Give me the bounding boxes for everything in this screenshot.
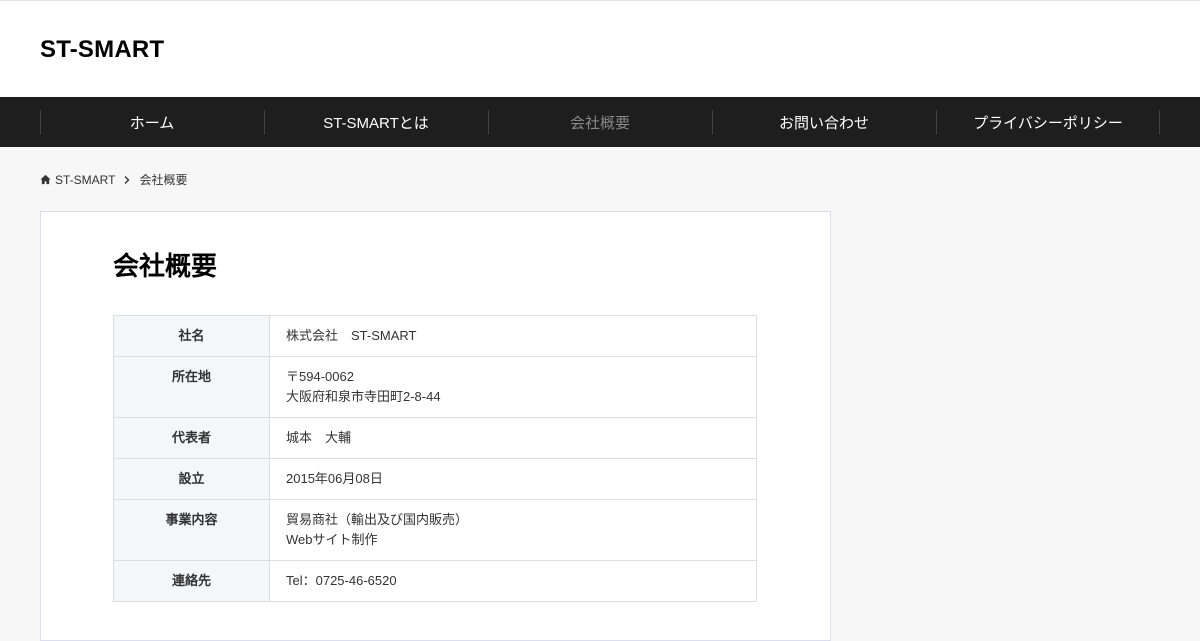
value-line: 〒594-0062 — [286, 369, 354, 384]
table-row: 社名 株式会社 ST-SMART — [113, 315, 757, 357]
row-label: 代表者 — [113, 417, 270, 459]
row-label: 事業内容 — [113, 499, 270, 561]
table-row: 所在地 〒594-0062 大阪府和泉市寺田町2-8-44 — [113, 356, 757, 418]
nav-item-privacy[interactable]: プライバシーポリシー — [936, 97, 1160, 147]
table-row: 設立 2015年06月08日 — [113, 458, 757, 500]
breadcrumb-current: 会社概要 — [139, 173, 188, 187]
value-line: 貿易商社（輸出及び国内販売） — [286, 512, 469, 527]
breadcrumb: ST-SMART 会社概要 — [40, 171, 187, 188]
company-info-table: 社名 株式会社 ST-SMART 所在地 〒594-0062 大阪府和泉市寺田町… — [113, 315, 757, 602]
home-icon — [40, 174, 51, 185]
main-nav: ホーム ST-SMARTとは 会社概要 お問い合わせ プライバシーポリシー — [0, 97, 1200, 147]
row-label: 設立 — [113, 458, 270, 500]
chevron-right-icon — [124, 175, 130, 184]
table-row: 代表者 城本 大輔 — [113, 417, 757, 459]
nav-item-about[interactable]: ST-SMARTとは — [264, 97, 488, 147]
value-line: 城本 大輔 — [286, 430, 352, 445]
nav-item-home[interactable]: ホーム — [40, 97, 264, 147]
nav-item-company[interactable]: 会社概要 — [488, 97, 712, 147]
row-label: 連絡先 — [113, 560, 270, 602]
content-card: 会社概要 社名 株式会社 ST-SMART 所在地 〒594-0062 大阪府和… — [40, 211, 831, 641]
row-value: Tel：0725-46-6520 — [269, 560, 757, 602]
page-title: 会社概要 — [113, 251, 218, 281]
row-value: 2015年06月08日 — [269, 458, 757, 500]
breadcrumb-home-link[interactable]: ST-SMART — [55, 173, 115, 187]
site-header: ST-SMART — [0, 0, 1200, 97]
row-value: 貿易商社（輸出及び国内販売） Webサイト制作 — [269, 499, 757, 561]
nav-item-contact[interactable]: お問い合わせ — [712, 97, 936, 147]
table-row: 連絡先 Tel：0725-46-6520 — [113, 560, 757, 602]
site-title-link[interactable]: ST-SMART — [40, 36, 164, 64]
table-row: 事業内容 貿易商社（輸出及び国内販売） Webサイト制作 — [113, 499, 757, 561]
value-line: 株式会社 ST-SMART — [286, 328, 417, 343]
value-line: 2015年06月08日 — [286, 471, 383, 486]
row-label: 所在地 — [113, 356, 270, 418]
row-value: 株式会社 ST-SMART — [269, 315, 757, 357]
value-line: Tel：0725-46-6520 — [286, 573, 397, 588]
value-line: Webサイト制作 — [286, 532, 378, 547]
value-line: 大阪府和泉市寺田町2-8-44 — [286, 389, 441, 404]
row-label: 社名 — [113, 315, 270, 357]
row-value: 城本 大輔 — [269, 417, 757, 459]
row-value: 〒594-0062 大阪府和泉市寺田町2-8-44 — [269, 356, 757, 418]
